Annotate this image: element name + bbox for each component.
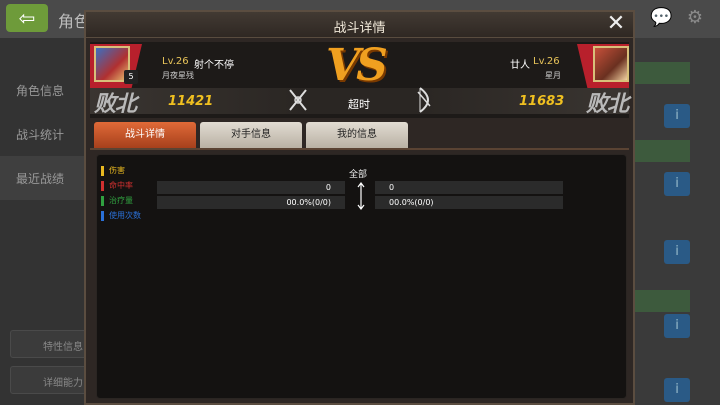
right-hit-rate-value: 00.0%(0/0) bbox=[375, 196, 563, 209]
left-hit-rate-value: 00.0%(0/0) bbox=[157, 196, 345, 209]
stats-panel: 伤害 命中率 治疗量 使用次数 全部 0 0 00.0%(0/0) 00.0%(… bbox=[96, 154, 627, 399]
back-button[interactable]: ⇦ bbox=[6, 4, 48, 32]
list-item-bar bbox=[630, 140, 690, 162]
left-result: 败北 bbox=[94, 92, 137, 117]
right-player-guild: 星月 bbox=[545, 71, 561, 80]
crossed-weapons-icon bbox=[289, 89, 307, 111]
legend-swatch bbox=[101, 196, 104, 206]
legend-swatch bbox=[101, 211, 104, 221]
right-list bbox=[628, 38, 720, 405]
legend-healing[interactable]: 治疗量 bbox=[101, 195, 133, 207]
legend-label: 命中率 bbox=[109, 181, 133, 190]
list-item-bar bbox=[630, 290, 690, 312]
star-badge: 5 bbox=[124, 70, 138, 84]
tab-opponent-info[interactable]: 对手信息 bbox=[200, 122, 302, 148]
bow-icon bbox=[417, 87, 431, 113]
sidebar-item-role-info[interactable]: 角色信息 bbox=[0, 68, 84, 112]
right-result: 败北 bbox=[586, 92, 629, 117]
legend-use-count[interactable]: 使用次数 bbox=[101, 210, 141, 222]
tab-my-info[interactable]: 我的信息 bbox=[306, 122, 408, 148]
right-damage-value: 0 bbox=[375, 181, 563, 194]
trait-info-button[interactable]: 特性信息 bbox=[10, 330, 88, 358]
tab-battle-detail[interactable]: 战斗详情 bbox=[94, 122, 196, 148]
battle-outcome: 超时 bbox=[348, 98, 370, 111]
info-icon[interactable]: i bbox=[664, 240, 690, 264]
legend-swatch bbox=[101, 166, 104, 176]
sidebar-item-recent-record[interactable]: 最近战绩 bbox=[0, 156, 84, 200]
filter-all-label[interactable]: 全部 bbox=[349, 167, 367, 180]
battle-detail-dialog: 战斗详情 ✕ 5 Lv.26 射个不停 月夜星残 败北 11421 廿人 Lv.… bbox=[84, 10, 635, 405]
right-power: 11683 bbox=[519, 94, 565, 109]
left-power: 11421 bbox=[168, 94, 214, 109]
left-damage-value: 0 bbox=[157, 181, 345, 194]
double-arrow-icon bbox=[357, 182, 365, 210]
legend-hit-rate[interactable]: 命中率 bbox=[101, 180, 133, 192]
legend-swatch bbox=[101, 181, 104, 191]
left-player-level: Lv.26 bbox=[162, 56, 189, 67]
info-icon[interactable]: i bbox=[664, 104, 690, 128]
right-player-name: 廿人 bbox=[510, 60, 530, 71]
tab-divider bbox=[90, 148, 629, 150]
legend-damage[interactable]: 伤害 bbox=[101, 165, 125, 177]
dialog-header: 战斗详情 ✕ bbox=[86, 12, 633, 38]
legend-label: 使用次数 bbox=[109, 211, 141, 220]
left-player-name: 射个不停 bbox=[194, 60, 234, 71]
detail-ability-button[interactable]: 详细能力 bbox=[10, 366, 88, 394]
battle-summary: 5 Lv.26 射个不停 月夜星残 败北 11421 廿人 Lv.26 星月 败… bbox=[90, 40, 629, 118]
vs-emblem: VS bbox=[326, 40, 388, 91]
legend-label: 伤害 bbox=[109, 166, 125, 175]
info-icon[interactable]: i bbox=[664, 314, 690, 338]
info-icon[interactable]: i bbox=[664, 172, 690, 196]
dialog-title: 战斗详情 bbox=[333, 21, 386, 36]
info-icon[interactable]: i bbox=[664, 378, 690, 402]
chat-icon[interactable]: 💬 bbox=[650, 8, 672, 28]
sidebar-item-battle-stats[interactable]: 战斗统计 bbox=[0, 112, 84, 156]
list-item-bar bbox=[630, 62, 690, 84]
legend-label: 治疗量 bbox=[109, 196, 133, 205]
left-player-guild: 月夜星残 bbox=[162, 71, 194, 80]
right-player-avatar[interactable] bbox=[593, 46, 629, 82]
right-player-level: Lv.26 bbox=[533, 56, 560, 67]
settings-icon[interactable]: ⚙ bbox=[684, 8, 706, 28]
close-icon[interactable]: ✕ bbox=[602, 13, 630, 37]
